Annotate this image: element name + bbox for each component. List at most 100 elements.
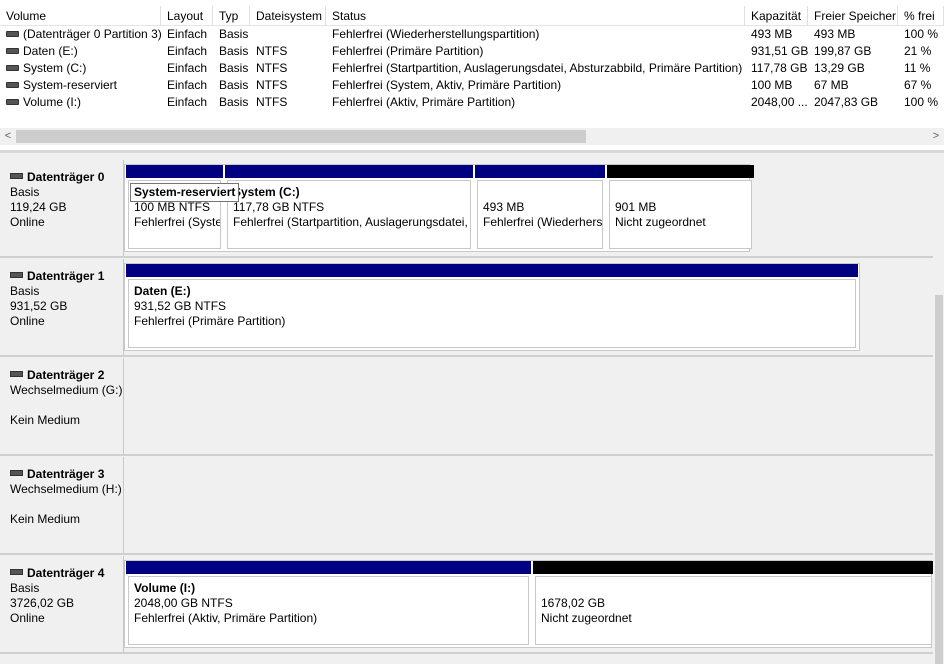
volume-cell-text: 493 MB xyxy=(814,27,856,41)
volume-cell-text: NTFS xyxy=(256,95,288,109)
volume-cell-name: System (C:) xyxy=(0,60,161,77)
column-header-filesystem[interactable]: Dateisystem xyxy=(250,6,326,26)
volume-row[interactable]: Daten (E:) Einfach Basis NTFS Fehlerfrei (Pr… xyxy=(0,43,944,60)
volume-cell-text: 2047,83 GB xyxy=(814,95,879,109)
partition-map: Volume (I:) 2048,00 GB NTFS Fehlerfrei (Ak… xyxy=(124,560,934,648)
volume-cell-text: 100 % xyxy=(904,27,939,41)
disk-title: Datenträger 2 xyxy=(27,368,105,382)
partition-block[interactable]: 493 MBFehlerfrei (Wiederherstellungspart… xyxy=(475,165,605,251)
volume-cell-status: Fehlerfrei (Wiederherstellungspartition) xyxy=(326,26,745,43)
volume-cell-text: 100 % xyxy=(904,95,939,109)
disk-type: Wechselmedium (G:) xyxy=(10,383,123,397)
partition-body: Daten (E:) 931,52 GB NTFS Fehlerfrei (Prim… xyxy=(128,279,856,348)
disk-label[interactable]: Datenträger 4 Basis 3726,02 GB Online xyxy=(0,556,124,652)
disk-label[interactable]: Datenträger 3 Wechselmedium (H:) Kein Medi… xyxy=(0,457,124,553)
partition-block[interactable]: 100 MB NTFSFehlerfrei (System, Aktiv, Pr… xyxy=(126,165,223,251)
column-header-status[interactable]: Status xyxy=(326,6,745,26)
unallocated-bar xyxy=(533,561,934,574)
disk-type: Basis xyxy=(10,185,40,199)
partition-name: System (C:) xyxy=(233,185,300,199)
column-header-percent-free[interactable]: % frei xyxy=(898,6,944,26)
volume-icon xyxy=(6,81,19,88)
partition-block[interactable]: 901 MB Nicht zugeordnet xyxy=(607,165,754,251)
volume-cell-fs: NTFS xyxy=(250,60,326,77)
volume-cell-fs: NTFS xyxy=(250,43,326,60)
volume-cell-text: Einfach xyxy=(167,78,208,92)
volume-cell-free: 199,87 GB xyxy=(808,43,898,60)
disk-state: Kein Medium xyxy=(10,413,81,427)
column-header-free-space[interactable]: Freier Speicher xyxy=(808,6,898,26)
volume-cell-capacity: 493 MB xyxy=(745,26,808,43)
volume-cell-text: Daten (E:) xyxy=(23,44,78,58)
partition-body: 493 MBFehlerfrei (Wiederherstellungspart… xyxy=(477,180,603,249)
scroll-left-icon[interactable]: < xyxy=(0,128,16,145)
disk-state: Kein Medium xyxy=(10,512,81,526)
primary-partition-bar xyxy=(225,165,473,178)
partition-block[interactable]: Daten (E:) 931,52 GB NTFS Fehlerfrei (Prim… xyxy=(126,264,858,350)
partition-name xyxy=(541,581,926,596)
volume-cell-type: Basis xyxy=(213,94,250,111)
partition-map: 100 MB NTFSFehlerfrei (System, Aktiv, Pr… xyxy=(124,164,754,252)
volume-row[interactable]: System-reserviert Einfach Basis NTFS Fehlerf… xyxy=(0,77,944,94)
disk-type: Basis xyxy=(10,581,40,595)
disk-title: Datenträger 0 xyxy=(27,170,105,184)
primary-partition-bar xyxy=(126,561,531,574)
horizontal-scrollbar[interactable]: < > xyxy=(0,128,944,145)
volume-cell-pct: 100 % xyxy=(898,94,944,111)
disk-row: Datenträger 3 Wechselmedium (H:) Kein Medi… xyxy=(0,457,933,553)
disk-icon xyxy=(10,370,23,377)
volume-cell-text: Fehlerfrei (Primäre Partition) xyxy=(332,44,484,58)
volume-row[interactable]: Volume (I:) Einfach Basis NTFS Fehlerfrei (A… xyxy=(0,94,944,111)
volume-cell-fs: NTFS xyxy=(250,94,326,111)
volume-cell-capacity: 931,51 GB xyxy=(745,43,808,60)
partition-block[interactable]: Volume (I:) 2048,00 GB NTFS Fehlerfrei (Ak… xyxy=(126,561,531,647)
volume-cell-text: 67 % xyxy=(904,78,932,92)
partition-body: System (C:) 117,78 GB NTFS Fehlerfrei (Sta… xyxy=(227,180,471,249)
partition-status: Fehlerfrei (Primäre Partition) xyxy=(134,314,286,328)
disk-type: Wechselmedium (H:) xyxy=(10,482,122,496)
vertical-scrollbar[interactable] xyxy=(933,153,944,664)
disk-label[interactable]: Datenträger 2 Wechselmedium (G:) Kein Medi… xyxy=(0,358,124,454)
volume-row[interactable]: System (C:) Einfach Basis NTFS Fehlerfrei (S… xyxy=(0,60,944,77)
partition-status: Nicht zugeordnet xyxy=(615,215,706,229)
volume-cell-text: (Datenträger 0 Partition 3) xyxy=(23,27,161,41)
partition-block[interactable]: System (C:) 117,78 GB NTFS Fehlerfrei (Sta… xyxy=(225,165,473,251)
column-header-layout[interactable]: Layout xyxy=(161,6,213,26)
tooltip: System-reserviert xyxy=(130,183,240,202)
disk-state: Online xyxy=(10,215,45,229)
volume-cell-layout: Einfach xyxy=(161,94,213,111)
column-header-volume[interactable]: Volume xyxy=(0,6,161,26)
disk-state: Online xyxy=(10,314,45,328)
column-header-capacity[interactable]: Kapazität xyxy=(745,6,808,26)
volume-cell-layout: Einfach xyxy=(161,60,213,77)
partition-name xyxy=(483,185,597,200)
volume-cell-text: Einfach xyxy=(167,27,208,41)
disk-row-separator xyxy=(0,652,933,654)
disk-row: Datenträger 2 Wechselmedium (G:) Kein Medi… xyxy=(0,358,933,454)
column-header-type[interactable]: Typ xyxy=(213,6,250,26)
scroll-right-icon[interactable]: > xyxy=(928,128,944,145)
volume-cell-free: 13,29 GB xyxy=(808,60,898,77)
partition-map: Daten (E:) 931,52 GB NTFS Fehlerfrei (Prim… xyxy=(124,263,860,351)
disk-label[interactable]: Datenträger 1 Basis 931,52 GB Online xyxy=(0,259,124,355)
volume-cell-type: Basis xyxy=(213,43,250,60)
disk-icon xyxy=(10,172,23,179)
vertical-scroll-thumb[interactable] xyxy=(935,295,943,664)
partition-size: 117,78 GB NTFS xyxy=(233,200,325,214)
primary-partition-bar xyxy=(126,165,223,178)
disk-label[interactable]: Datenträger 0 Basis 119,24 GB Online xyxy=(0,160,124,256)
volume-cell-text: NTFS xyxy=(256,44,288,58)
volume-cell-text: Basis xyxy=(219,27,249,41)
disk-state: Online xyxy=(10,611,45,625)
partition-size: 901 MB xyxy=(615,200,657,214)
volume-row[interactable]: (Datenträger 0 Partition 3) Einfach Basis F… xyxy=(0,26,944,43)
volume-cell-capacity: 117,78 GB xyxy=(745,60,808,77)
disk-row-separator xyxy=(0,355,933,357)
volume-cell-text: Basis xyxy=(219,95,249,109)
volume-cell-text: 21 % xyxy=(904,44,932,58)
volume-cell-free: 2047,83 GB xyxy=(808,94,898,111)
partition-block[interactable]: 1678,02 GB Nicht zugeordnet xyxy=(533,561,934,647)
partition-status: Fehlerfrei (Aktiv, Primäre Partition) xyxy=(134,611,318,625)
disk-row-separator xyxy=(0,454,933,456)
horizontal-scroll-thumb[interactable] xyxy=(16,130,586,143)
